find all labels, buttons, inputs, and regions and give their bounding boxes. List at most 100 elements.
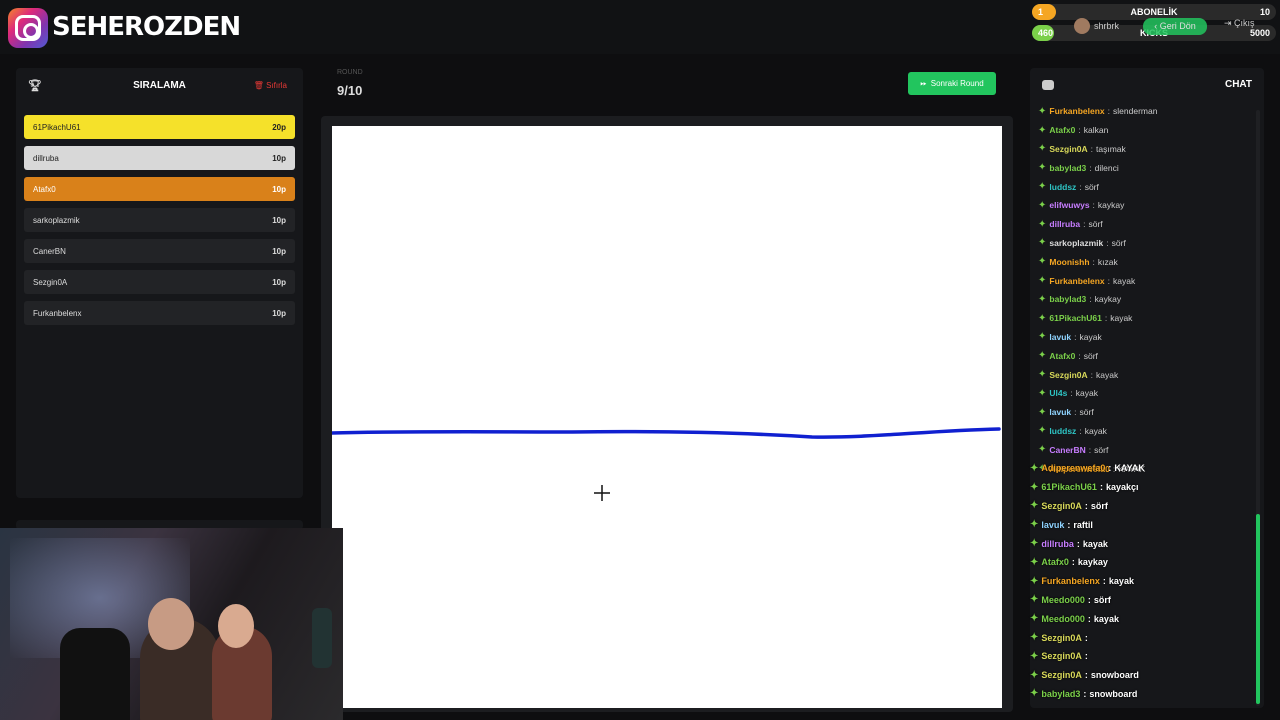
chat-text: sörf xyxy=(1093,594,1111,605)
chat-text: sörf xyxy=(1083,350,1098,361)
chat-separator: : xyxy=(1078,125,1081,136)
chat-username[interactable]: sarkoplazmik xyxy=(1049,238,1103,248)
chat-username[interactable]: Furkanbelenx xyxy=(1041,576,1100,586)
chat-username[interactable]: Atafx0 xyxy=(1041,557,1069,567)
badge-icon: ✦ xyxy=(1030,500,1039,512)
chat-bubble-icon xyxy=(1042,80,1054,90)
badge-icon: ✦ xyxy=(1030,613,1039,625)
reset-label: Sıfırla xyxy=(266,80,287,90)
chat-separator: : xyxy=(1104,313,1108,324)
badge-icon: ✦ xyxy=(1038,124,1047,136)
chat-text: kayak xyxy=(1075,388,1098,399)
next-round-label: Sonraki Round xyxy=(930,79,984,88)
badge-icon: ✦ xyxy=(1030,538,1039,550)
chat-text: snowboard xyxy=(1090,670,1139,681)
instagram-icon xyxy=(8,8,48,48)
chat-text: kayak xyxy=(1082,538,1108,549)
chat-message: ✦ babylad3: kaykay xyxy=(1038,290,1260,309)
chat-username[interactable]: Sezgin0A xyxy=(1041,501,1082,511)
badge-icon: ✦ xyxy=(1038,293,1047,305)
chat-username[interactable]: Moonishh xyxy=(1049,257,1089,267)
chat-text: kaykay xyxy=(1077,557,1108,568)
chat-message: ✦ Moonishh: kızak xyxy=(1038,252,1260,271)
drawing-canvas[interactable] xyxy=(330,126,1002,708)
next-round-button[interactable]: ⏩︎ Sonraki Round xyxy=(908,72,996,95)
chat-username[interactable]: Sezgin0A xyxy=(1041,633,1082,643)
chat-message: ✦ Sezgin0A: taşımak xyxy=(1038,140,1260,159)
chat-text: raftil xyxy=(1073,519,1093,530)
player-points: 10p xyxy=(272,215,286,225)
chat-message: ✦ Sezgin0A: xyxy=(1030,647,1270,666)
back-button-label: Geri Dön xyxy=(1159,21,1196,31)
back-button[interactable]: ‹ Geri Dön xyxy=(1143,18,1207,35)
ranking-row: Furkanbelenx 10p xyxy=(24,301,295,325)
chat-username[interactable]: Meedo000 xyxy=(1041,595,1085,605)
badge-icon: ✦ xyxy=(1030,481,1039,493)
chat-text: kayak xyxy=(1096,369,1119,380)
webcam-feed xyxy=(0,528,343,720)
chat-username[interactable]: lavuk xyxy=(1049,407,1071,417)
badge-icon: ✦ xyxy=(1038,218,1047,230)
chat-message: ✦ Atafx0: sörf xyxy=(1038,346,1260,365)
chat-message: ✦ Atafx0: kalkan xyxy=(1038,121,1260,140)
chat-username[interactable]: Atafx0 xyxy=(1049,125,1075,135)
chat-username[interactable]: Ul4s xyxy=(1049,388,1067,398)
chat-message: ✦ Furkanbelenx: kayak xyxy=(1030,572,1270,591)
chat-username[interactable]: Furkanbelenx xyxy=(1049,276,1104,286)
chat-username[interactable]: dillruba xyxy=(1049,219,1080,229)
chat-separator: : xyxy=(1107,106,1111,117)
chat-text: sörf xyxy=(1084,181,1099,192)
chat-username[interactable]: luddsz xyxy=(1049,426,1076,436)
chat-message: ✦ 61PikachU61: kayakçı xyxy=(1030,478,1270,497)
ranking-row: sarkoplazmik 10p xyxy=(24,208,295,232)
chat-username[interactable]: babylad3 xyxy=(1049,294,1086,304)
badge-icon: ✦ xyxy=(1038,406,1047,418)
top-bar: SEHEROZDEN 1 ABONELİK 10 460 KICKS 5000 … xyxy=(0,0,1280,54)
chat-username[interactable]: dillruba xyxy=(1041,539,1074,549)
chat-message: ✦ luddsz: sörf xyxy=(1038,177,1260,196)
badge-icon: ✦ xyxy=(1030,650,1039,662)
chat-text: kayak xyxy=(1079,331,1102,342)
chat-message: ✦ sarkoplazmik: sörf xyxy=(1038,234,1260,253)
chat-separator: : xyxy=(1087,613,1091,624)
chat-username[interactable]: babylad3 xyxy=(1041,689,1080,699)
exit-button[interactable]: ⇥ Çıkış xyxy=(1224,18,1255,29)
chat-username[interactable]: Sezgin0A xyxy=(1049,144,1087,154)
avatar xyxy=(1074,18,1090,34)
chat-message: ✦ dillruba: sörf xyxy=(1038,215,1260,234)
chat-header: CHAT xyxy=(1030,68,1264,102)
chat-username[interactable]: Atafx0 xyxy=(1049,351,1075,361)
chat-username[interactable]: elifwuwys xyxy=(1049,200,1089,210)
chat-message: ✦ Meedo000: kayak xyxy=(1030,609,1270,628)
chat-separator: : xyxy=(1088,444,1092,455)
chat-username[interactable]: CanerBN xyxy=(1049,445,1085,455)
kicks-goal: 5000 xyxy=(1249,28,1270,38)
player-points: 10p xyxy=(272,153,286,163)
badge-icon: ✦ xyxy=(1038,256,1047,268)
player-name: Furkanbelenx xyxy=(33,308,82,318)
chat-separator: : xyxy=(1084,632,1088,643)
chat-message: ✦ Meedo000: sörf xyxy=(1030,591,1270,610)
ranking-row: 61PikachU61 20p xyxy=(24,115,295,139)
chat-message: ✦ luddsz: kayak xyxy=(1038,422,1260,441)
chat-username[interactable]: Sezgin0A xyxy=(1049,370,1087,380)
chat-username[interactable]: Furkanbelenx xyxy=(1049,106,1104,116)
chat-username[interactable]: Adiperenwefa0 xyxy=(1041,463,1105,473)
player-points: 10p xyxy=(272,277,286,287)
chat-username[interactable]: 61PikachU61 xyxy=(1041,482,1097,492)
chat-separator: : xyxy=(1087,594,1091,605)
chat-username[interactable]: babylad3 xyxy=(1049,163,1086,173)
reset-button[interactable]: 🗑︎ Sıfırla xyxy=(254,81,287,90)
chat-username[interactable]: lavuk xyxy=(1041,520,1064,530)
chat-separator: : xyxy=(1090,143,1094,154)
chat-username[interactable]: Sezgin0A xyxy=(1041,651,1082,661)
ranking-row: dillruba 10p xyxy=(24,146,295,170)
crosshair-cursor-icon xyxy=(594,485,610,501)
chat-username[interactable]: luddsz xyxy=(1049,182,1076,192)
logged-user-name: shrbrk xyxy=(1094,21,1120,31)
badge-icon: ✦ xyxy=(1030,669,1039,681)
chat-username[interactable]: 61PikachU61 xyxy=(1049,313,1101,323)
chat-username[interactable]: lavuk xyxy=(1049,332,1071,342)
chat-username[interactable]: Meedo000 xyxy=(1041,614,1085,624)
chat-username[interactable]: Sezgin0A xyxy=(1041,670,1082,680)
